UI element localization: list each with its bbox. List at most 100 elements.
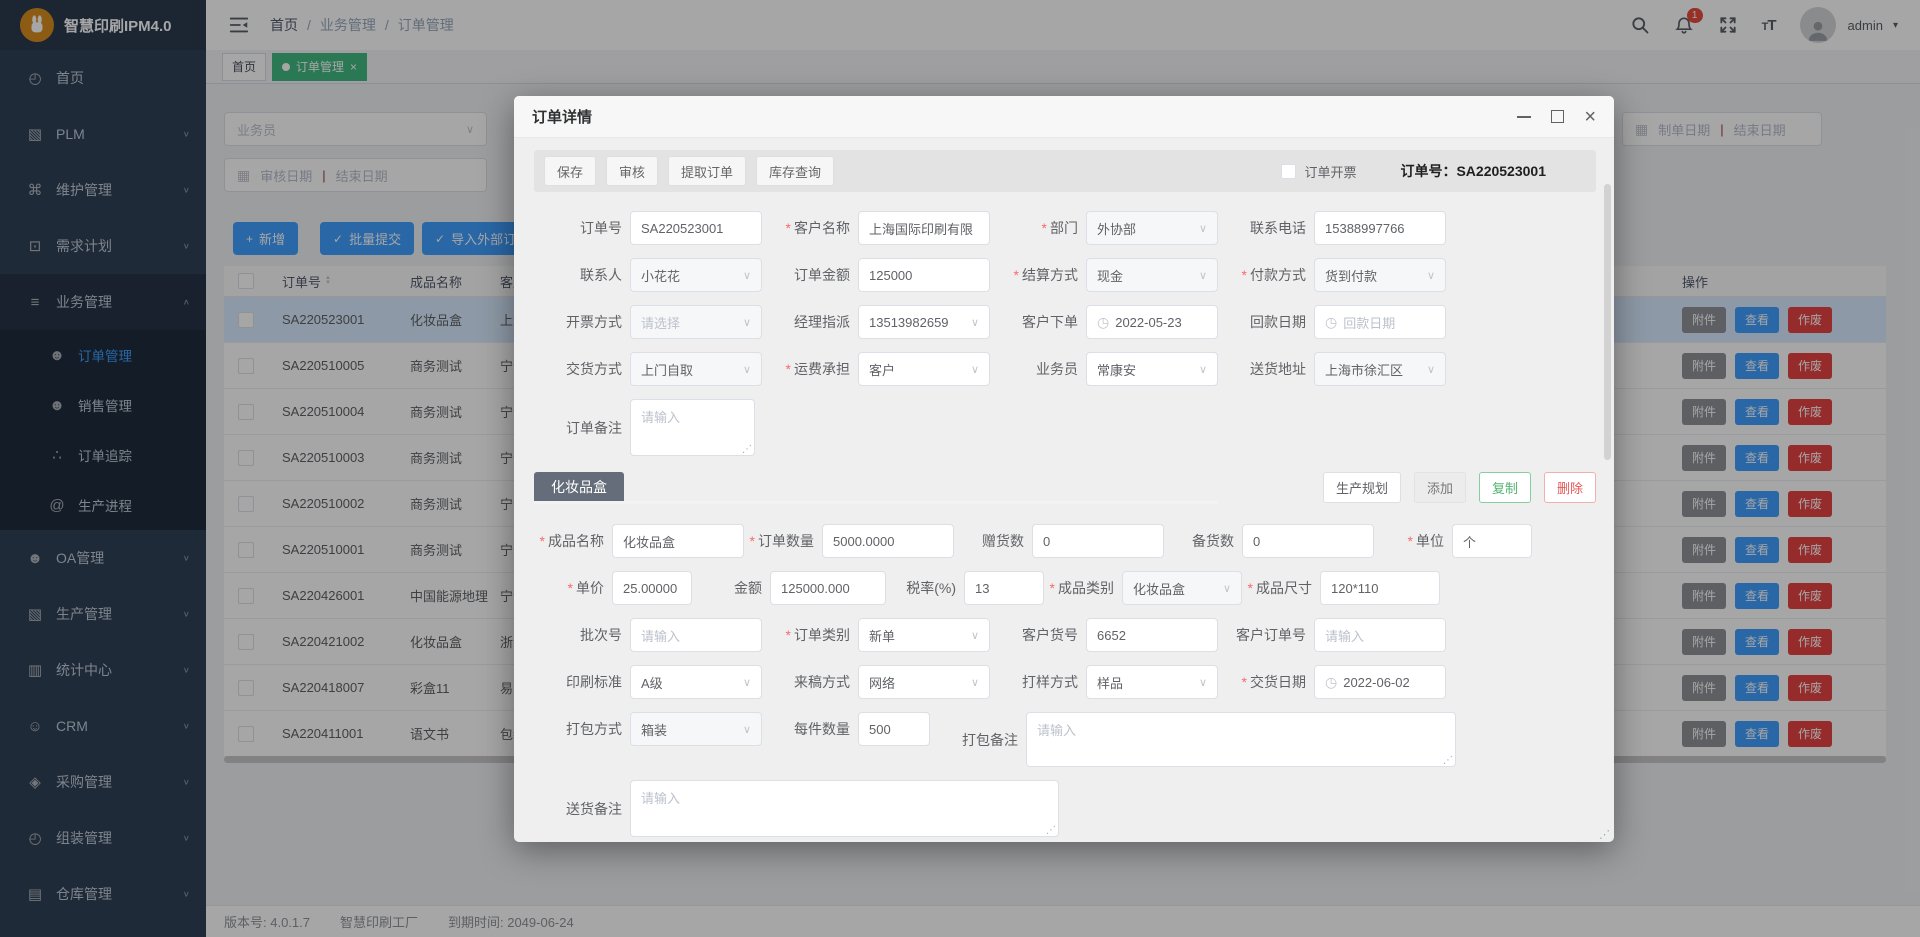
minimize-icon[interactable] bbox=[1517, 116, 1531, 118]
stock-qty-input[interactable]: 0 bbox=[1242, 524, 1374, 558]
chevron-down-icon: ∨ bbox=[1427, 363, 1435, 376]
field-label: 备货数 bbox=[1164, 531, 1242, 551]
unit-input[interactable]: 个 bbox=[1452, 524, 1532, 558]
chevron-down-icon: ∨ bbox=[743, 269, 751, 282]
modal-toolbar: 保存 审核 提取订单 库存查询 订单开票 订单号：SA220523001 bbox=[534, 150, 1596, 192]
field-label: 业务员 bbox=[990, 359, 1086, 379]
chevron-down-icon: ∨ bbox=[1223, 582, 1231, 595]
department-select[interactable]: 外协部∨ bbox=[1086, 211, 1218, 245]
pack-remark-textarea[interactable]: 请输入⋰ bbox=[1026, 712, 1456, 767]
manager-assign-select[interactable]: 13513982659∨ bbox=[858, 305, 990, 339]
unit-price-input[interactable]: 25.00000 bbox=[612, 571, 692, 605]
resize-handle-icon: ⋰ bbox=[1443, 755, 1453, 766]
maximize-icon[interactable] bbox=[1551, 110, 1564, 123]
field-label: 订单数量 bbox=[744, 531, 822, 551]
field-label: 订单备注 bbox=[534, 418, 630, 438]
chevron-down-icon: ∨ bbox=[743, 316, 751, 329]
order-no-input[interactable]: SA220523001 bbox=[630, 211, 762, 245]
batch-no-input[interactable]: 请输入 bbox=[630, 618, 762, 652]
field-label: 开票方式 bbox=[534, 312, 630, 332]
field-label: 税率(%) bbox=[886, 578, 964, 598]
customer-order-no-input[interactable]: 请输入 bbox=[1314, 618, 1446, 652]
product-category-select[interactable]: 化妆品盒∨ bbox=[1122, 571, 1242, 605]
chevron-down-icon: ∨ bbox=[743, 676, 751, 689]
resize-handle-icon: ⋰ bbox=[742, 444, 752, 455]
field-label: 打样方式 bbox=[990, 672, 1086, 692]
order-number: 订单号：SA220523001 bbox=[1400, 161, 1546, 181]
draft-method-select[interactable]: 网络∨ bbox=[858, 665, 990, 699]
freight-bearer-select[interactable]: 客户∨ bbox=[858, 352, 990, 386]
delivery-address-select[interactable]: 上海市徐汇区∨ bbox=[1314, 352, 1446, 386]
extract-order-button[interactable]: 提取订单 bbox=[668, 156, 746, 186]
close-icon[interactable]: × bbox=[1584, 107, 1596, 127]
pay-method-select[interactable]: 货到付款∨ bbox=[1314, 258, 1446, 292]
field-label: 每件数量 bbox=[762, 719, 858, 739]
per-qty-input[interactable]: 500 bbox=[858, 712, 930, 746]
field-label: 回款日期 bbox=[1218, 312, 1314, 332]
field-label: 成品名称 bbox=[534, 531, 612, 551]
delete-product-button[interactable]: 删除 bbox=[1544, 472, 1596, 503]
order-qty-input[interactable]: 5000.0000 bbox=[822, 524, 954, 558]
order-remark-textarea[interactable]: 请输入⋰ bbox=[630, 399, 755, 456]
field-label: 交货日期 bbox=[1218, 672, 1314, 692]
chevron-down-icon: ∨ bbox=[743, 363, 751, 376]
field-label: 订单金额 bbox=[762, 265, 858, 285]
proof-method-select[interactable]: 样品∨ bbox=[1086, 665, 1218, 699]
contact-select[interactable]: 小花花∨ bbox=[630, 258, 762, 292]
modal-resize-handle-icon[interactable]: ⋰ bbox=[1599, 828, 1610, 841]
stock-query-button[interactable]: 库存查询 bbox=[756, 156, 834, 186]
chevron-down-icon: ∨ bbox=[971, 363, 979, 376]
order-type-select[interactable]: 新单∨ bbox=[858, 618, 990, 652]
resize-handle-icon: ⋰ bbox=[1046, 825, 1056, 836]
field-label: 联系电话 bbox=[1218, 218, 1314, 238]
product-size-input[interactable]: 120*110 bbox=[1320, 571, 1440, 605]
product-tab-active[interactable]: 化妆品盒 bbox=[534, 472, 624, 503]
contact-phone-input[interactable]: 15388997766 bbox=[1314, 211, 1446, 245]
product-name-input[interactable]: 化妆品盒 bbox=[612, 524, 744, 558]
payback-date-picker[interactable]: ◷回款日期 bbox=[1314, 305, 1446, 339]
customer-name-input[interactable]: 上海国际印刷有限 bbox=[858, 211, 990, 245]
modal-body: 保存 审核 提取订单 库存查询 订单开票 订单号：SA220523001 订单号… bbox=[514, 138, 1614, 842]
order-amount-input[interactable]: 125000 bbox=[858, 258, 990, 292]
invoice-label: 订单开票 bbox=[1304, 162, 1356, 181]
field-label: 印刷标准 bbox=[534, 672, 630, 692]
order-form: 订单号 SA220523001 客户名称 上海国际印刷有限 部门 外协部∨ 联系… bbox=[534, 211, 1596, 456]
modal-title: 订单详情 bbox=[532, 106, 592, 127]
field-label: 打包方式 bbox=[534, 719, 630, 739]
modal-titlebar: 订单详情 × bbox=[514, 96, 1614, 138]
print-standard-select[interactable]: A级∨ bbox=[630, 665, 762, 699]
audit-button[interactable]: 审核 bbox=[606, 156, 658, 186]
field-label: 订单类别 bbox=[762, 625, 858, 645]
pack-method-select[interactable]: 箱装∨ bbox=[630, 712, 762, 746]
field-label: 客户名称 bbox=[762, 218, 858, 238]
customer-item-no-input[interactable]: 6652 bbox=[1086, 618, 1218, 652]
amount-input[interactable]: 125000.000 bbox=[770, 571, 886, 605]
copy-product-button[interactable]: 复制 bbox=[1479, 472, 1531, 503]
field-label: 成品类别 bbox=[1044, 578, 1122, 598]
salesman-select[interactable]: 常康安∨ bbox=[1086, 352, 1218, 386]
field-label: 经理指派 bbox=[762, 312, 858, 332]
invoice-method-select[interactable]: 请选择∨ bbox=[630, 305, 762, 339]
tax-rate-input[interactable]: 13 bbox=[964, 571, 1044, 605]
chevron-down-icon: ∨ bbox=[743, 723, 751, 736]
field-label: 联系人 bbox=[534, 265, 630, 285]
product-form: 成品名称 化妆品盒 订单数量 5000.0000 赠货数 0 备货数 0 单位 … bbox=[534, 524, 1596, 837]
delivery-method-select[interactable]: 上门自取∨ bbox=[630, 352, 762, 386]
save-button[interactable]: 保存 bbox=[544, 156, 596, 186]
field-label: 单位 bbox=[1374, 531, 1452, 551]
delivery-remark-textarea[interactable]: 请输入⋰ bbox=[630, 780, 1059, 837]
gift-qty-input[interactable]: 0 bbox=[1032, 524, 1164, 558]
production-plan-button[interactable]: 生产规划 bbox=[1323, 472, 1401, 503]
add-product-button[interactable]: 添加 bbox=[1414, 472, 1466, 503]
field-label: 送货备注 bbox=[534, 799, 630, 819]
delivery-date-picker[interactable]: ◷2022-06-02 bbox=[1314, 665, 1446, 699]
field-label: 成品尺寸 bbox=[1242, 578, 1320, 598]
settle-method-select[interactable]: 现金∨ bbox=[1086, 258, 1218, 292]
modal-scrollbar-thumb[interactable] bbox=[1604, 184, 1611, 460]
field-label: 客户下单 bbox=[990, 312, 1086, 332]
chevron-down-icon: ∨ bbox=[1199, 222, 1207, 235]
field-label: 打包备注 bbox=[930, 730, 1026, 750]
app-root: 智慧印刷IPM4.0 ◴ 首页 ▧ PLM ∨ bbox=[0, 0, 1920, 937]
invoice-checkbox[interactable] bbox=[1281, 164, 1296, 179]
customer-order-date-picker[interactable]: ◷2022-05-23 bbox=[1086, 305, 1218, 339]
